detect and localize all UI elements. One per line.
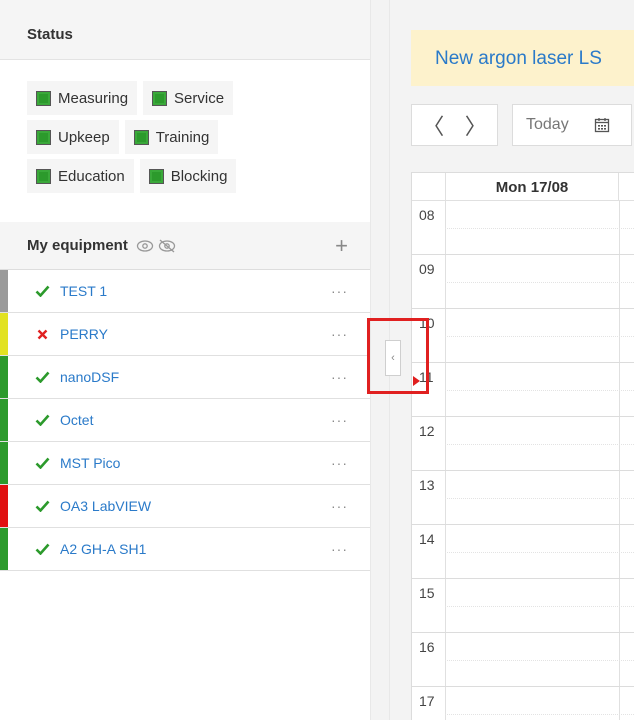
hour-label: 16 [419,639,435,655]
checkbox-icon [36,90,51,106]
equipment-item[interactable]: PERRY ··· [0,313,370,356]
hour-label: 15 [419,585,435,601]
cross-icon [34,329,50,340]
calendar-area: New argon laser LS 〈 〉 Today Mon 17/08 0… [390,0,634,720]
status-header: Status [0,0,370,60]
hour-row[interactable]: 17 [412,687,634,720]
status-chip-training[interactable]: Training [124,120,219,154]
hour-row[interactable]: 16 [412,633,634,687]
equipment-name[interactable]: MST Pico [60,455,120,471]
day-header: Mon 17/08 [445,173,619,201]
hour-label: 12 [419,423,435,439]
equipment-title: My equipment [27,237,128,254]
collapse-panel-button[interactable]: ‹ [385,340,401,376]
hour-row[interactable]: 09 [412,255,634,309]
today-button[interactable]: Today [513,116,587,134]
hour-label: 08 [419,207,435,223]
prev-button[interactable]: 〈 [412,105,455,145]
more-options-button[interactable]: ··· [331,455,348,471]
equipment-color-bar [0,313,8,355]
hour-row[interactable]: 13 [412,471,634,525]
status-chip-upkeep[interactable]: Upkeep [27,120,119,154]
equipment-item[interactable]: OA3 LabVIEW ··· [0,485,370,528]
equipment-header: My equipment + [0,222,370,270]
hour-label: 13 [419,477,435,493]
hour-row[interactable]: 08 [412,201,634,255]
equipment-item[interactable]: TEST 1 ··· [0,270,370,313]
status-filter-grid: Measuring Service Upkeep Training Educat… [0,60,370,222]
visibility-toggle [136,239,176,253]
status-chip-blocking[interactable]: Blocking [139,159,237,193]
more-options-button[interactable]: ··· [331,369,348,385]
eye-off-icon[interactable] [158,239,176,253]
equipment-name[interactable]: PERRY [60,326,108,342]
checkbox-icon [36,168,51,184]
equipment-color-bar [0,485,8,527]
checkbox-icon [133,129,149,145]
equipment-color-bar [0,356,8,398]
check-icon [34,414,50,426]
today-group: Today [512,104,632,146]
status-chip-measuring[interactable]: Measuring [27,81,138,115]
hour-label: 14 [419,531,435,547]
equipment-list: TEST 1 ··· PERRY ··· nanoDSF ··· Octet ··· MST P… [0,270,370,571]
checkbox-icon [148,168,164,184]
status-title: Status [27,26,73,43]
hour-label: 10 [419,315,435,331]
more-options-button[interactable]: ··· [331,326,348,342]
hour-row[interactable]: 12 [412,417,634,471]
checkbox-icon [36,129,51,145]
date-nav-group: 〈 〉 [411,104,498,146]
more-options-button[interactable]: ··· [331,412,348,428]
check-icon [34,500,50,512]
equipment-color-bar [0,528,8,570]
hour-row[interactable]: 15 [412,579,634,633]
equipment-name[interactable]: Octet [60,412,93,428]
more-options-button[interactable]: ··· [331,283,348,299]
status-chip-education[interactable]: Education [27,159,134,193]
equipment-title-banner: New argon laser LS [411,30,634,86]
more-options-button[interactable]: ··· [331,498,348,514]
equipment-color-bar [0,270,8,312]
more-options-button[interactable]: ··· [331,541,348,557]
week-grid: Mon 17/08 08 09 10 11 12 13 14 15 16 17 [411,172,634,720]
equipment-item[interactable]: nanoDSF ··· [0,356,370,399]
equipment-color-bar [0,399,8,441]
hour-label: 11 [419,369,434,385]
hour-label: 17 [419,693,435,709]
equipment-name[interactable]: TEST 1 [60,283,107,299]
status-chip-service[interactable]: Service [143,81,234,115]
eye-icon[interactable] [136,239,154,253]
equipment-name[interactable]: A2 GH-A SH1 [60,541,146,557]
checkbox-icon [152,90,168,106]
calendar-icon[interactable] [587,104,617,146]
hour-row[interactable]: 14 [412,525,634,579]
check-icon [34,371,50,383]
hour-label: 09 [419,261,435,277]
hour-row[interactable]: 11 [412,363,634,417]
equipment-color-bar [0,442,8,484]
equipment-item[interactable]: A2 GH-A SH1 ··· [0,528,370,571]
add-equipment-button[interactable]: + [335,233,348,259]
grid-header: Mon 17/08 [412,173,634,201]
hour-row[interactable]: 10 [412,309,634,363]
check-icon [34,457,50,469]
equipment-item[interactable]: Octet ··· [0,399,370,442]
equipment-item[interactable]: MST Pico ··· [0,442,370,485]
current-time-marker [413,376,420,386]
left-panel: Status Measuring Service Upkeep Training… [0,0,370,720]
next-button[interactable]: 〉 [455,105,498,145]
equipment-name[interactable]: OA3 LabVIEW [60,498,151,514]
check-icon [34,543,50,555]
check-icon [34,285,50,297]
equipment-name[interactable]: nanoDSF [60,369,119,385]
